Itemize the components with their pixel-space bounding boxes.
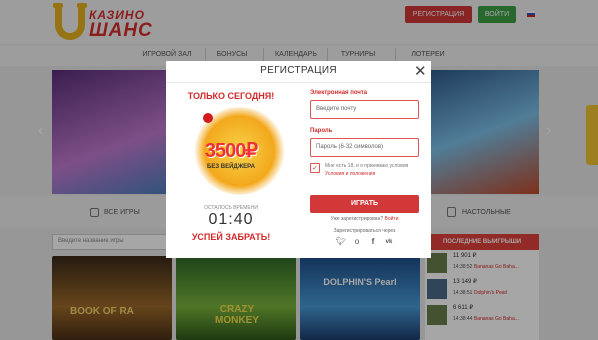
close-icon[interactable]: ✕: [414, 62, 427, 80]
countdown-timer: 01:40: [208, 211, 254, 228]
promo-headline: ТОЛЬКО СЕГОДНЯ!: [187, 91, 275, 101]
twitter-icon[interactable]: 🐦︎: [336, 237, 346, 246]
odnoklassniki-icon[interactable]: ᴏ: [352, 237, 362, 246]
promo-amount: 3500₽: [204, 140, 258, 162]
terms-text: Мне есть 18, и я принимаю условия Услови…: [325, 163, 409, 177]
hurry-text: УСПЕЙ ЗАБРАТЬ!: [191, 232, 271, 242]
play-button[interactable]: ИГРАТЬ: [310, 195, 419, 213]
modal-title: РЕГИСТРАЦИЯ: [260, 65, 337, 76]
already-registered-text: Уже зарегистрирован? Войти: [330, 216, 399, 222]
email-label: Электронная почта: [310, 90, 368, 96]
email-field[interactable]: Введите почту: [310, 100, 419, 119]
terms-link[interactable]: Условия и положения: [325, 171, 375, 177]
social-register-label: Зарегистрироваться через: [333, 228, 396, 234]
vk-icon[interactable]: vk: [384, 239, 394, 245]
promo-subtitle: БЕЗ ВЕЙДЖЕРА: [207, 164, 255, 170]
facebook-icon[interactable]: f: [368, 237, 378, 246]
password-field[interactable]: Пароль (6-32 символов): [310, 138, 419, 157]
cherry-icon: [203, 113, 213, 123]
login-link[interactable]: Войти: [385, 216, 399, 222]
password-label: Пароль: [310, 128, 333, 134]
terms-checkbox[interactable]: ✓: [310, 163, 320, 173]
